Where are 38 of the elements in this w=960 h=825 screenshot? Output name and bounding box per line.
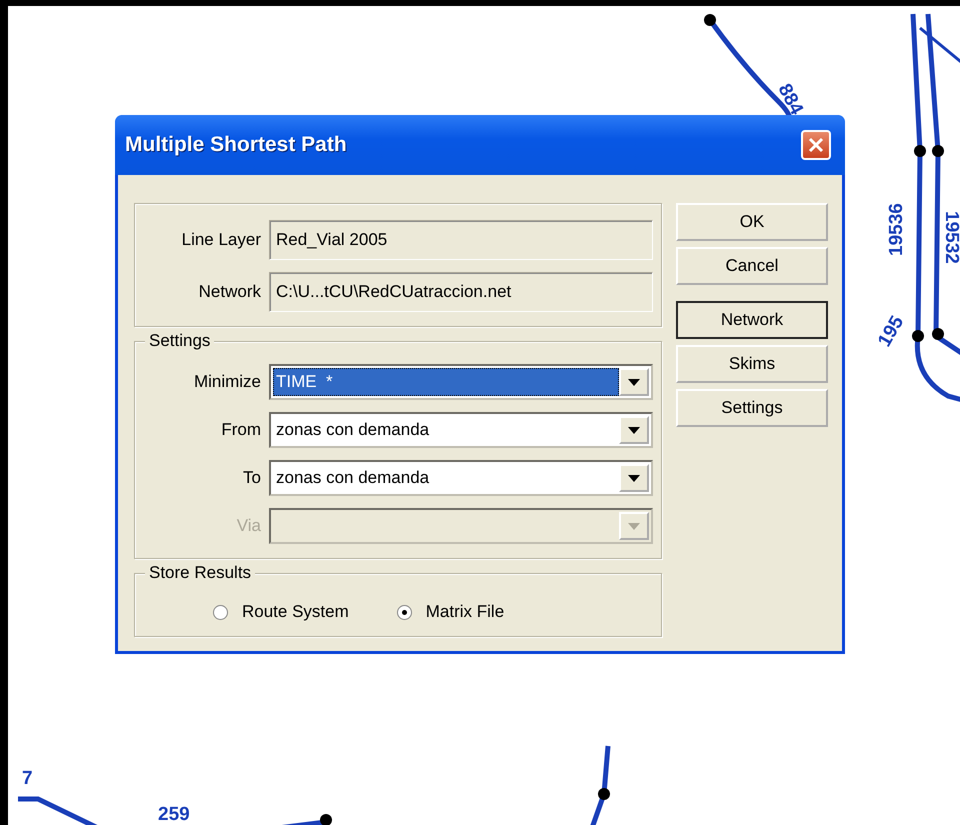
- field-label: Minimize: [192, 372, 261, 392]
- field-label: Network: [198, 282, 261, 302]
- field-label: From: [220, 420, 261, 440]
- field-label: Via: [236, 516, 261, 536]
- dropdown-arrow-icon: [628, 474, 640, 482]
- dropdown-field[interactable]: TIME *: [269, 364, 653, 400]
- group-title: Settings: [145, 331, 214, 351]
- dialog-button[interactable]: Skims: [676, 345, 828, 383]
- map-label: 259: [158, 804, 190, 825]
- close-icon: [808, 137, 824, 153]
- dropdown-arrow-icon: [628, 522, 640, 530]
- dropdown-arrow-icon: [628, 378, 640, 386]
- field-label: To: [242, 468, 261, 488]
- readonly-field: Red_Vial 2005: [269, 220, 653, 260]
- node-dot: [704, 14, 716, 26]
- dialog-button[interactable]: Cancel: [676, 247, 828, 285]
- dialog-button[interactable]: Settings: [676, 389, 828, 427]
- map-label: 19532: [941, 211, 960, 264]
- radio-option[interactable]: Matrix File: [396, 602, 504, 622]
- dialog-button[interactable]: Network: [676, 301, 828, 339]
- dialog-button[interactable]: OK: [676, 203, 828, 241]
- map-label: 7: [22, 768, 33, 789]
- dropdown-arrow-icon: [628, 426, 640, 434]
- dropdown-field[interactable]: zonas con demanda: [269, 412, 653, 448]
- window-title: Multiple Shortest Path: [125, 133, 347, 157]
- map-label: 884: [774, 80, 807, 118]
- field-label: Line Layer: [180, 230, 261, 250]
- node-dot: [598, 788, 610, 800]
- radio-option[interactable]: Route System: [213, 602, 349, 622]
- node-dot: [914, 145, 926, 157]
- map-label: 19536: [886, 203, 907, 256]
- readonly-field: C:\U...tCU\RedCUatraccion.net: [269, 272, 653, 312]
- node-dot: [912, 330, 924, 342]
- node-dot: [932, 328, 944, 340]
- map-label: 195: [874, 312, 908, 350]
- close-button[interactable]: [801, 130, 831, 160]
- node-dot: [932, 145, 944, 157]
- dropdown-field[interactable]: zonas con demanda: [269, 460, 653, 496]
